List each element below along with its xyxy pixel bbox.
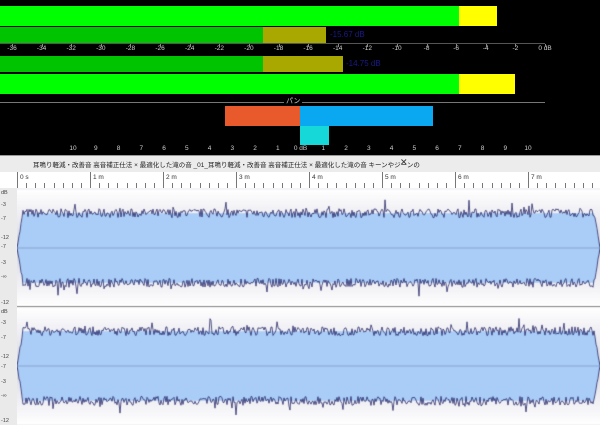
waveform-display[interactable] <box>17 188 600 425</box>
ruler-label: 0 s <box>20 174 29 181</box>
pan-tick-label: 8 <box>116 145 121 152</box>
db-tick-mark <box>337 44 339 47</box>
pan-tick-label: 10 <box>524 145 532 152</box>
amplitude-label: -12 <box>1 418 9 424</box>
ruler-label: 2 m <box>166 174 177 181</box>
file-tab-title[interactable]: 耳鳴り軽減・改善音 高音補正仕法 × 最適化した滝の音 _01_耳鳴り軽減・改善… <box>33 159 420 169</box>
db-tick-mark <box>219 44 221 47</box>
db-tick-mark <box>426 44 428 47</box>
db-tick-mark <box>41 44 43 47</box>
pan-label: パン <box>284 96 303 106</box>
pan-tick-label: 5 <box>412 145 417 152</box>
db-tick-mark <box>367 44 369 47</box>
db-tick-mark <box>485 44 487 47</box>
meter-right-peak-hold <box>459 74 515 94</box>
pan-tick-label: 6 <box>162 145 166 152</box>
meter-right-readout: -14.75 dB <box>346 59 381 68</box>
ruler-label: 4 m <box>312 174 323 181</box>
ruler-label: 7 m <box>531 174 542 181</box>
amplitude-label: -7 <box>1 244 6 250</box>
ruler-label: 3 m <box>239 174 250 181</box>
pan-right-bar <box>300 106 433 126</box>
db-tick-mark <box>248 44 250 47</box>
meter-left-peak-hold <box>459 6 497 26</box>
ruler-tick <box>236 172 237 188</box>
ruler-label: 6 m <box>458 174 469 181</box>
db-tick-mark <box>545 44 546 47</box>
pan-tick-label: 7 <box>139 145 144 152</box>
amplitude-label: -7 <box>1 216 6 222</box>
pan-tick-label: 4 <box>207 145 212 152</box>
pan-tick-label: 10 <box>69 145 77 152</box>
pan-center-bar <box>300 126 329 145</box>
ruler-tick <box>17 172 18 188</box>
meter-left-peak <box>0 6 459 26</box>
pan-tick-label: 1 <box>321 145 326 152</box>
amplitude-label: -3 <box>1 260 6 266</box>
level-meter-panel: -15.67 dB -36 -34 -32 -30 -28 -26 -24 -22 -20 -18… <box>0 0 600 155</box>
db-tick-mark <box>456 44 458 47</box>
pan-tick-label: 0 dB <box>293 145 308 152</box>
amplitude-label: -7 <box>1 364 6 370</box>
amplitude-label: -∞ <box>1 393 7 399</box>
db-tick-mark <box>308 44 310 47</box>
pan-tick-label: 8 <box>480 145 485 152</box>
db-tick-mark <box>71 44 73 47</box>
meter-left-readout: -15.67 dB <box>330 30 365 39</box>
db-tick-mark <box>189 44 191 47</box>
db-tick-mark <box>515 44 517 47</box>
db-tick-mark <box>130 44 132 47</box>
db-tick-mark <box>396 44 398 47</box>
db-tick-mark <box>160 44 162 47</box>
db-tick-mark <box>278 44 280 47</box>
amplitude-label: -7 <box>1 335 6 341</box>
meter-right-rms-tail <box>263 56 343 72</box>
meter-right-rms <box>0 56 263 72</box>
pan-tick-label: 4 <box>389 145 394 152</box>
pan-divider <box>0 102 545 103</box>
pan-tick-label: 1 <box>275 145 280 152</box>
ruler-tick <box>382 172 383 188</box>
ruler-label: 5 m <box>385 174 396 181</box>
ruler-tick <box>309 172 310 188</box>
time-ruler[interactable]: 0 s 1 m 2 m 3 m 4 m 5 m 6 m 7 m <box>0 172 600 189</box>
pan-tick-label: 9 <box>93 145 98 152</box>
amplitude-label: -12 <box>1 354 9 360</box>
ruler-tick <box>528 172 529 188</box>
amplitude-axis: dB -3 -7 -12 -∞ -12 -7 -3 dB -3 -7 -12 -∞ -12 -7 -3 <box>0 188 18 425</box>
ruler-tick <box>163 172 164 188</box>
amplitude-label: -3 <box>1 320 6 326</box>
ruler-tick <box>455 172 456 188</box>
meter-left-rms <box>0 27 263 43</box>
close-icon[interactable]: ✕ <box>400 157 408 168</box>
amplitude-label: -3 <box>1 379 6 385</box>
pan-tick-label: 3 <box>366 145 371 152</box>
db-tick-mark <box>12 44 13 47</box>
amplitude-label: -12 <box>1 300 9 306</box>
pan-left-bar <box>225 106 300 126</box>
pan-tick-label: 7 <box>457 145 462 152</box>
amplitude-label: -3 <box>1 202 6 208</box>
amplitude-label: -∞ <box>1 274 7 280</box>
pan-tick-label: 2 <box>253 145 257 152</box>
waveform-editor[interactable]: 0 s 1 m 2 m 3 m 4 m 5 m 6 m 7 m dB -3 -7 -12 -∞ -12 -… <box>0 172 600 425</box>
amplitude-label: dB <box>1 309 8 315</box>
pan-tick-label: 5 <box>184 145 189 152</box>
ruler-label: 1 m <box>93 174 104 181</box>
pan-tick-label: 3 <box>230 145 235 152</box>
pan-tick-label: 6 <box>435 145 439 152</box>
ruler-tick <box>90 172 91 188</box>
amplitude-label: -12 <box>1 235 9 241</box>
meter-left-rms-tail <box>263 27 326 43</box>
meter-right-peak <box>0 74 459 94</box>
pan-tick-label: 9 <box>503 145 508 152</box>
amplitude-label: dB <box>1 190 8 196</box>
db-tick-mark <box>100 44 102 47</box>
pan-tick-label: 2 <box>344 145 348 152</box>
file-tab-bar: 耳鳴り軽減・改善音 高音補正仕法 × 最適化した滝の音 _01_耳鳴り軽減・改善… <box>0 155 600 173</box>
